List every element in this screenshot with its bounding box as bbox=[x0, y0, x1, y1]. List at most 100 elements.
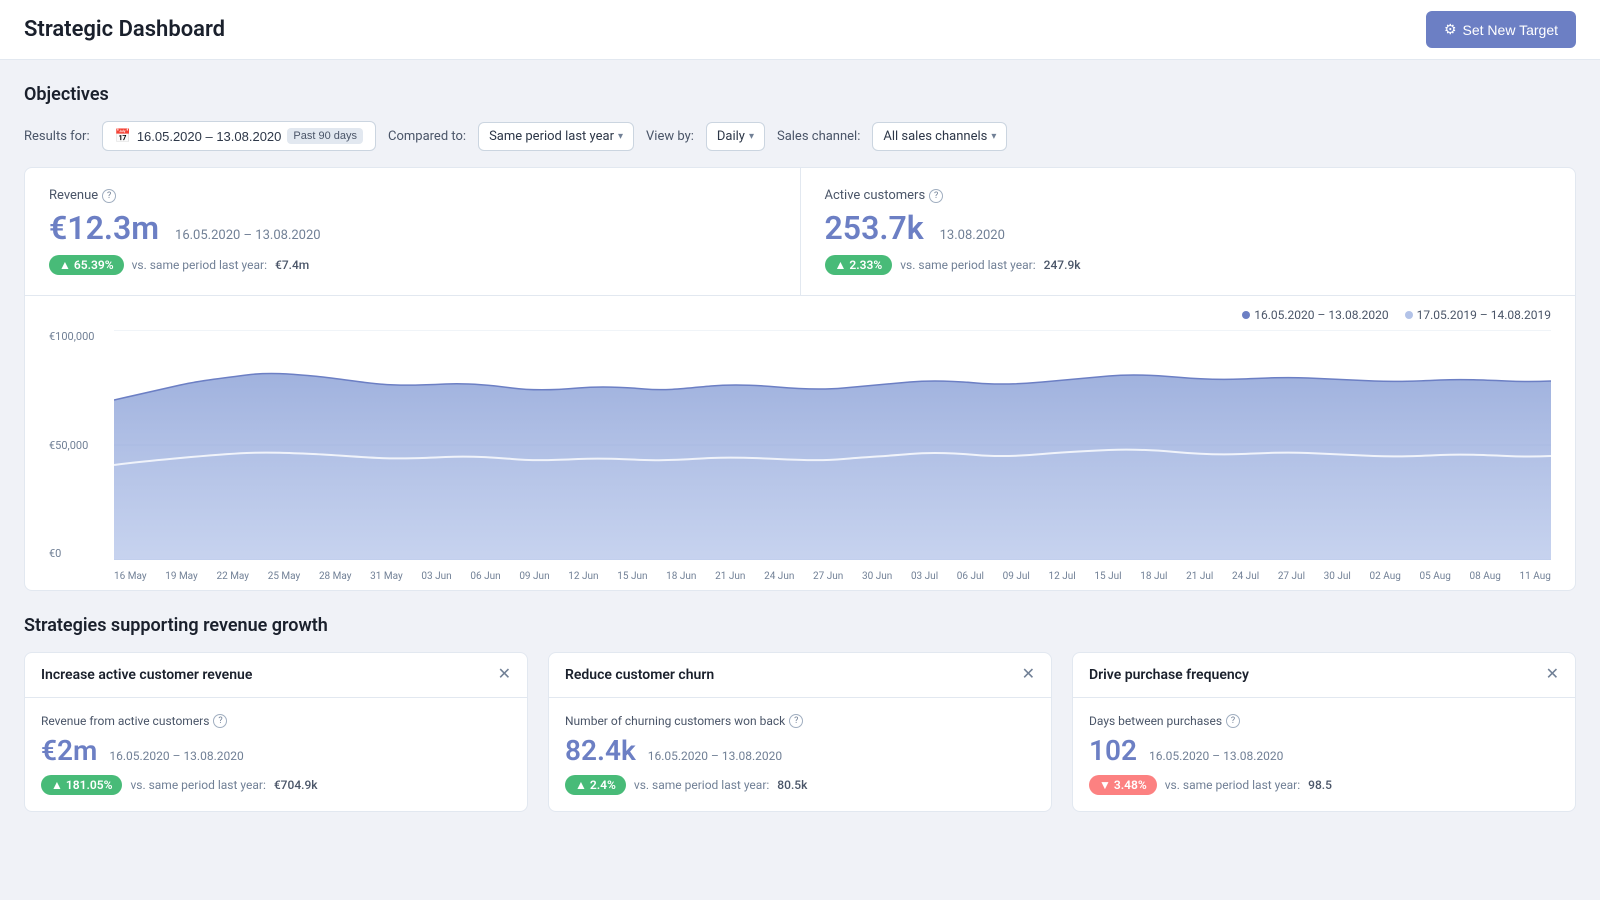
active-customers-panel: Active customers ? 253.7k 13.08.2020 ▲ 2… bbox=[801, 168, 1576, 295]
strategy-card-0-value: €2m bbox=[41, 734, 97, 767]
strategy-card-2: Drive purchase frequency ✕ Days between … bbox=[1072, 652, 1576, 812]
x-label-3: 25 May bbox=[268, 571, 301, 582]
strategy-card-1-body: Number of churning customers won back ? … bbox=[549, 698, 1051, 811]
strategy-card-1-badge: ▲ 2.4% bbox=[565, 775, 626, 795]
x-label-21: 18 Jul bbox=[1140, 571, 1167, 582]
date-range-button[interactable]: 📅 16.05.2020 – 13.08.2020 Past 90 days bbox=[102, 121, 376, 151]
filter-bar: Results for: 📅 16.05.2020 – 13.08.2020 P… bbox=[24, 121, 1576, 151]
revenue-title: Revenue ? bbox=[49, 188, 776, 203]
arrow-up-icon: ▲ bbox=[59, 258, 71, 272]
strategy-card-0-comparison: ▲ 181.05% vs. same period last year: €70… bbox=[41, 775, 511, 795]
main-content: Objectives Results for: 📅 16.05.2020 – 1… bbox=[0, 60, 1600, 836]
active-customers-info-icon[interactable]: ? bbox=[929, 189, 943, 203]
arrow-up-icon-2: ▲ bbox=[835, 258, 847, 272]
active-customers-title: Active customers ? bbox=[825, 188, 1552, 203]
strategy-card-2-header: Drive purchase frequency ✕ bbox=[1073, 653, 1575, 698]
strategy-card-2-date: 16.05.2020 – 13.08.2020 bbox=[1149, 749, 1283, 763]
page-title: Strategic Dashboard bbox=[24, 17, 225, 42]
strategy-0-info-icon[interactable]: ? bbox=[213, 714, 227, 728]
arrow-up-icon-4: ▲ bbox=[575, 778, 587, 792]
date-range-control: 📅 16.05.2020 – 13.08.2020 Past 90 days bbox=[102, 121, 376, 151]
objectives-title: Objectives bbox=[24, 84, 1576, 105]
strategy-card-0-date: 16.05.2020 – 13.08.2020 bbox=[109, 749, 243, 763]
strategy-card-1-badge-value: 2.4% bbox=[590, 778, 616, 792]
x-label-16: 03 Jul bbox=[911, 571, 938, 582]
date-range-value: 16.05.2020 – 13.08.2020 bbox=[137, 129, 282, 144]
revenue-info-icon[interactable]: ? bbox=[102, 189, 116, 203]
sales-channel-label: Sales channel: bbox=[777, 129, 860, 144]
results-for-label: Results for: bbox=[24, 129, 90, 144]
strategy-card-0-close-button[interactable]: ✕ bbox=[498, 667, 511, 683]
y-label-100k: €100,000 bbox=[49, 330, 109, 343]
revenue-panel: Revenue ? €12.3m 16.05.2020 – 13.08.2020… bbox=[25, 168, 801, 295]
sales-channel-select[interactable]: All sales channels ▾ bbox=[872, 122, 1007, 151]
strategy-card-1-value: 82.4k bbox=[565, 734, 636, 767]
strategy-card-1-close-button[interactable]: ✕ bbox=[1022, 667, 1035, 683]
strategy-1-info-icon[interactable]: ? bbox=[789, 714, 803, 728]
strategy-card-1-metric-label: Number of churning customers won back ? bbox=[565, 714, 1035, 728]
strategy-card-2-title: Drive purchase frequency bbox=[1089, 667, 1249, 683]
x-label-18: 09 Jul bbox=[1003, 571, 1030, 582]
strategy-card-1-date: 16.05.2020 – 13.08.2020 bbox=[648, 749, 782, 763]
strategy-card-2-metric-label: Days between purchases ? bbox=[1089, 714, 1559, 728]
calendar-icon: 📅 bbox=[115, 128, 131, 144]
x-label-4: 28 May bbox=[319, 571, 352, 582]
revenue-comparison: ▲ 65.39% vs. same period last year: €7.4… bbox=[49, 255, 776, 275]
strategy-card-0-body: Revenue from active customers ? €2m 16.0… bbox=[25, 698, 527, 811]
x-label-0: 16 May bbox=[114, 571, 147, 582]
strategy-card-2-vs-value: 98.5 bbox=[1308, 778, 1332, 792]
set-target-button[interactable]: ⚙ Set New Target bbox=[1426, 11, 1576, 48]
strategies-title: Strategies supporting revenue growth bbox=[24, 615, 1576, 636]
strategy-card-1-comparison: ▲ 2.4% vs. same period last year: 80.5k bbox=[565, 775, 1035, 795]
legend-current-dot bbox=[1242, 311, 1250, 319]
past-days-badge: Past 90 days bbox=[287, 128, 363, 144]
x-label-2: 22 May bbox=[216, 571, 249, 582]
x-label-1: 19 May bbox=[165, 571, 198, 582]
view-by-select[interactable]: Daily ▾ bbox=[706, 122, 765, 151]
x-label-19: 12 Jul bbox=[1049, 571, 1076, 582]
strategy-card-1-vs-text: vs. same period last year: bbox=[634, 778, 769, 792]
revenue-value: €12.3m bbox=[49, 209, 159, 247]
strategy-card-0-vs-value: €704.9k bbox=[274, 778, 318, 792]
compared-to-value: Same period last year bbox=[489, 129, 614, 144]
x-label-14: 27 Jun bbox=[813, 571, 843, 582]
arrow-down-icon: ▼ bbox=[1099, 778, 1111, 792]
strategy-card-2-badge: ▼ 3.48% bbox=[1089, 775, 1157, 795]
x-label-12: 21 Jun bbox=[715, 571, 745, 582]
active-customers-comparison: ▲ 2.33% vs. same period last year: 247.9… bbox=[825, 255, 1552, 275]
chart-svg bbox=[114, 330, 1551, 560]
chart-container: 16.05.2020 – 13.08.2020 17.05.2019 – 14.… bbox=[25, 296, 1575, 590]
x-label-13: 24 Jun bbox=[764, 571, 794, 582]
x-label-28: 08 Aug bbox=[1470, 571, 1501, 582]
revenue-vs-text: vs. same period last year: bbox=[132, 258, 267, 272]
strategy-card-2-close-button[interactable]: ✕ bbox=[1546, 667, 1559, 683]
compared-to-select[interactable]: Same period last year ▾ bbox=[478, 122, 634, 151]
strategy-card-0-title: Increase active customer revenue bbox=[41, 667, 252, 683]
x-label-23: 24 Jul bbox=[1232, 571, 1259, 582]
chart-y-labels: €100,000 €50,000 €0 bbox=[49, 330, 109, 560]
active-customers-vs-value: 247.9k bbox=[1044, 258, 1081, 272]
metrics-row: Revenue ? €12.3m 16.05.2020 – 13.08.2020… bbox=[25, 168, 1575, 296]
strategy-card-0-metric-label: Revenue from active customers ? bbox=[41, 714, 511, 728]
strategy-card-1-vs-value: 80.5k bbox=[777, 778, 807, 792]
objectives-section: Objectives Results for: 📅 16.05.2020 – 1… bbox=[24, 84, 1576, 591]
chevron-down-icon: ▾ bbox=[618, 131, 623, 142]
set-target-label: Set New Target bbox=[1463, 22, 1558, 38]
revenue-date: 16.05.2020 – 13.08.2020 bbox=[175, 228, 321, 243]
strategy-card-2-badge-value: 3.48% bbox=[1114, 778, 1147, 792]
strategy-2-info-icon[interactable]: ? bbox=[1226, 714, 1240, 728]
strategy-card-1: Reduce customer churn ✕ Number of churni… bbox=[548, 652, 1052, 812]
chevron-down-icon-3: ▾ bbox=[991, 131, 996, 142]
active-customers-badge-value: 2.33% bbox=[849, 258, 882, 272]
strategy-cards: Increase active customer revenue ✕ Reven… bbox=[24, 652, 1576, 812]
chart-area bbox=[114, 330, 1551, 560]
x-label-10: 15 Jun bbox=[617, 571, 647, 582]
strategy-card-1-header: Reduce customer churn ✕ bbox=[549, 653, 1051, 698]
chart-legend: 16.05.2020 – 13.08.2020 17.05.2019 – 14.… bbox=[49, 308, 1551, 322]
revenue-badge: ▲ 65.39% bbox=[49, 255, 124, 275]
x-label-17: 06 Jul bbox=[957, 571, 984, 582]
revenue-badge-value: 65.39% bbox=[74, 258, 114, 272]
x-label-22: 21 Jul bbox=[1186, 571, 1213, 582]
view-by-label: View by: bbox=[646, 129, 694, 144]
revenue-vs-value: €7.4m bbox=[275, 258, 309, 272]
